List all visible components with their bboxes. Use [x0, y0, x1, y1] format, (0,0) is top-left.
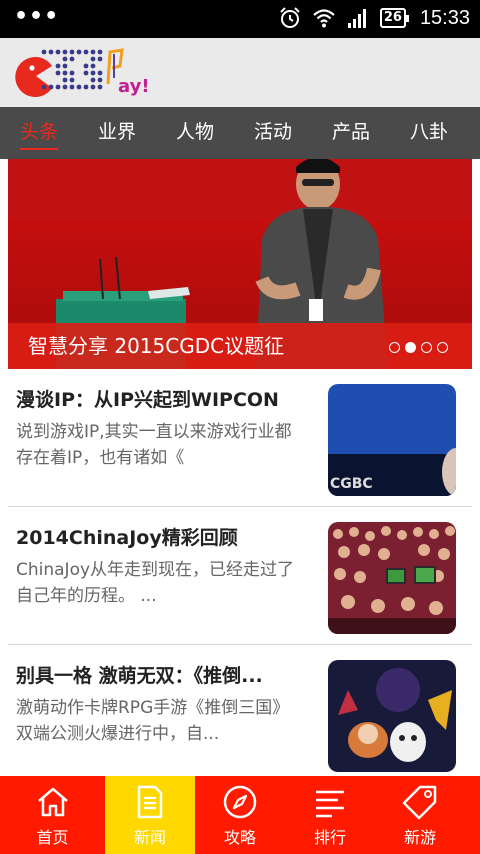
ranking-list-icon [316, 790, 344, 818]
tab-people[interactable]: 人物 [156, 107, 234, 159]
nav-rankings-label: 排行 [313, 828, 346, 847]
slide-indicator [389, 342, 448, 353]
nav-guides[interactable]: 攻略 [195, 776, 285, 854]
category-tab-bar: 头条 业界 人物 活动 产品 八卦 [0, 107, 480, 159]
news-list-item[interactable]: 漫谈IP：从IP兴起到WIPCON 说到游戏IP,其实一直以来游戏行业都存在着I… [8, 369, 472, 507]
overflow-dots-icon: ••• [14, 4, 60, 29]
clock: 15:33 [419, 6, 470, 29]
home-icon [37, 787, 68, 817]
news-list-item[interactable]: 2014ChinaJoy精彩回顾 ChinaJoy从年走到现在，已经走过了自己年… [8, 507, 472, 645]
news-title: 别具一格 激萌无双：《推倒... [16, 665, 263, 687]
svg-text:CGBC: CGBC [330, 476, 373, 492]
news-title: 漫谈IP：从IP兴起到WIPCON [16, 389, 279, 411]
nav-news-label: 新闻 [133, 828, 166, 847]
news-summary: 说到游戏IP,其实一直以来游戏行业都存在着IP，也有诸如《 [16, 422, 292, 468]
news-thumbnail: CGBC [328, 384, 456, 496]
alarm-icon [280, 7, 300, 28]
news-summary: ChinaJoy从年走到现在，已经走过了自己年的历程。 ... [16, 560, 295, 606]
tab-gossip[interactable]: 八卦 [390, 107, 468, 159]
slide-dot[interactable] [437, 342, 448, 353]
status-bar: ••• 26 15:33 [0, 0, 480, 38]
featured-banner[interactable]: 智慧分享 2015CGDC议题征 [8, 159, 472, 369]
tab-industry[interactable]: 业界 [78, 107, 156, 159]
app-logo[interactable]: ay! [14, 44, 154, 104]
news-thumbnail [328, 660, 456, 772]
svg-text:ay!: ay! [118, 76, 150, 97]
nav-guides-label: 攻略 [223, 828, 256, 847]
tab-products[interactable]: 产品 [312, 107, 390, 159]
slide-dot[interactable] [421, 342, 432, 353]
nav-rankings[interactable]: 排行 [285, 776, 375, 854]
signal-icon [347, 9, 366, 28]
bottom-navigation: 首页 新闻 攻略 排行 新游 [0, 776, 480, 854]
compass-icon [223, 785, 257, 819]
news-document-icon [137, 785, 163, 819]
news-list-item[interactable]: 别具一格 激萌无双：《推倒... 激萌动作卡牌RPG手游《推倒三国》双端公测火爆… [8, 645, 472, 783]
nav-news[interactable]: 新闻 [105, 776, 195, 854]
tab-headlines[interactable]: 头条 [0, 107, 78, 159]
status-indicators: 26 15:33 [278, 6, 470, 30]
nav-new-games-label: 新游 [403, 828, 436, 847]
tab-events[interactable]: 活动 [234, 107, 312, 159]
wifi-icon [313, 9, 335, 28]
slide-dot[interactable] [405, 342, 416, 353]
nav-home[interactable]: 首页 [0, 776, 105, 854]
app-header: ay! [0, 38, 480, 107]
slide-dot[interactable] [389, 342, 400, 353]
news-thumbnail [328, 522, 456, 634]
nav-new-games[interactable]: 新游 [375, 776, 465, 854]
tag-icon [402, 785, 437, 820]
news-title: 2014ChinaJoy精彩回顾 [16, 527, 238, 549]
news-summary: 激萌动作卡牌RPG手游《推倒三国》双端公测火爆进行中，自... [16, 698, 290, 744]
nav-home-label: 首页 [36, 828, 69, 847]
battery-icon: 26 [379, 8, 410, 28]
